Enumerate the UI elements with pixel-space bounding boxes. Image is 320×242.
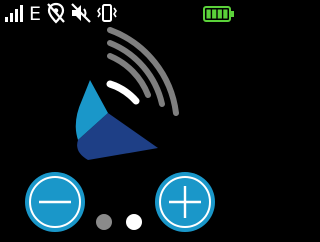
volume-graphic <box>75 27 179 160</box>
page-indicator <box>96 214 144 232</box>
sound-wave-inner-icon <box>106 80 140 105</box>
page-dot-1[interactable] <box>96 214 112 230</box>
minus-icon <box>39 200 71 204</box>
page-dot-2[interactable] <box>126 214 142 230</box>
volume-down-button[interactable] <box>25 172 85 232</box>
sound-wave-icon <box>107 27 179 116</box>
volume-up-button[interactable] <box>155 172 215 232</box>
plus-icon <box>169 186 201 218</box>
